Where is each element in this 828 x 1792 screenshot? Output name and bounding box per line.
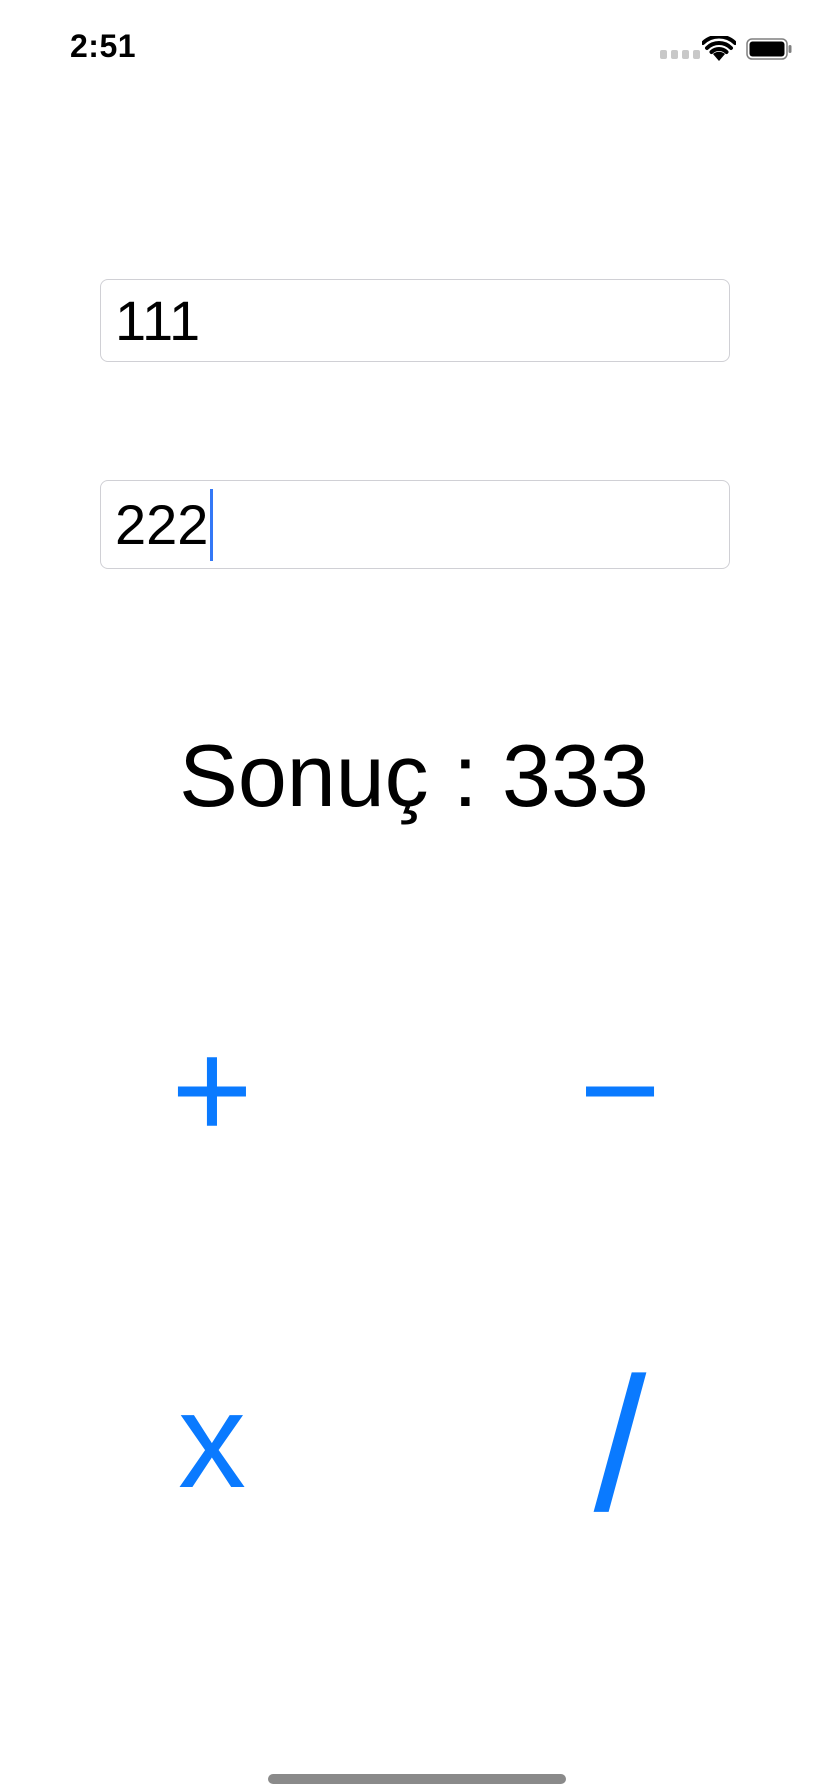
second-number-value: 222 <box>115 493 209 556</box>
status-time: 2:51 <box>70 28 137 64</box>
subtract-button[interactable]: − <box>560 1020 680 1160</box>
first-number-field[interactable]: 111 <box>100 279 730 362</box>
text-cursor <box>210 488 214 561</box>
first-number-value: 111 <box>115 289 201 352</box>
divide-button[interactable]: / <box>560 1350 680 1540</box>
result-label: Sonuç : 333 <box>179 726 649 825</box>
calculator-screen: 2:51 111 222 Sonuç : 333 + − x / <box>0 0 828 1792</box>
wifi-icon <box>702 36 736 61</box>
home-indicator[interactable] <box>268 1774 566 1784</box>
second-number-field[interactable]: 222 <box>100 480 730 569</box>
add-button[interactable]: + <box>152 1020 272 1160</box>
cellular-signal-icon <box>660 50 700 59</box>
battery-icon <box>746 38 792 60</box>
multiply-button[interactable]: x <box>152 1370 272 1510</box>
